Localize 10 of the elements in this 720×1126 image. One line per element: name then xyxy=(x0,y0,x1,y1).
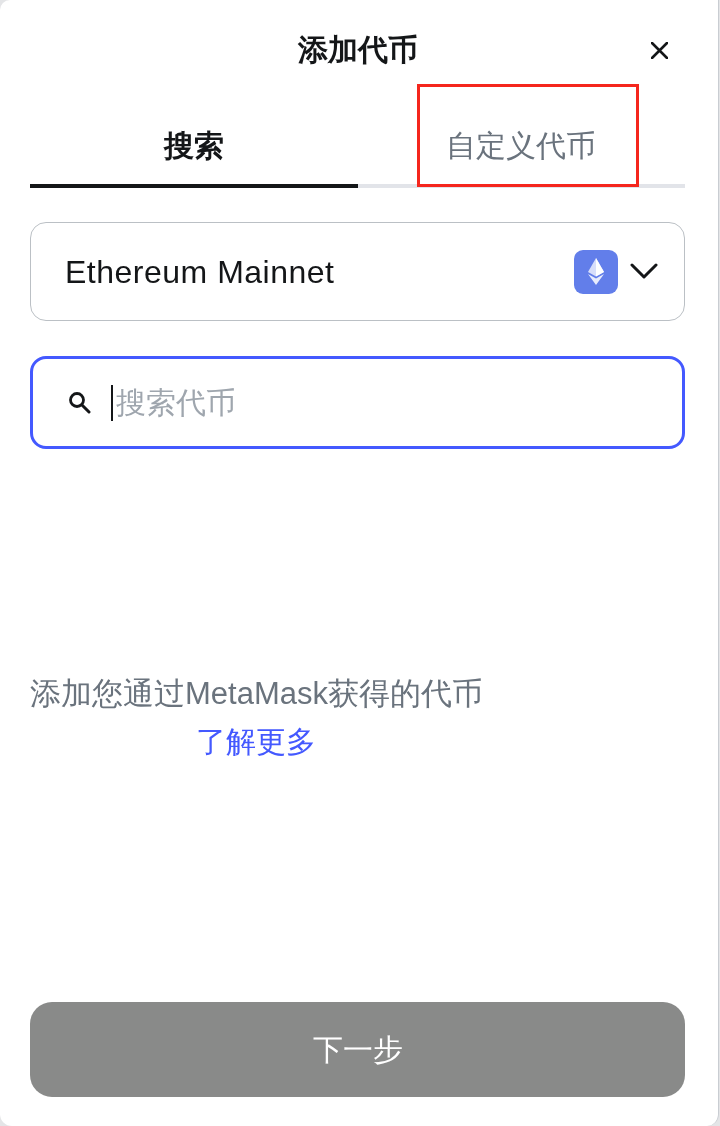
network-dropdown[interactable]: Ethereum Mainnet xyxy=(30,222,685,321)
chevron-down-icon xyxy=(630,263,658,280)
learn-more-link[interactable]: 了解更多 xyxy=(196,718,317,766)
close-icon xyxy=(650,41,668,59)
dialog-title: 添加代币 xyxy=(297,32,418,68)
empty-state-text: 添加您通过MetaMask获得的代币 xyxy=(30,675,483,713)
search-field[interactable]: 搜索代币 xyxy=(30,356,685,449)
network-name: Ethereum Mainnet xyxy=(65,252,335,292)
search-icon xyxy=(68,391,91,414)
close-button[interactable] xyxy=(649,40,669,60)
